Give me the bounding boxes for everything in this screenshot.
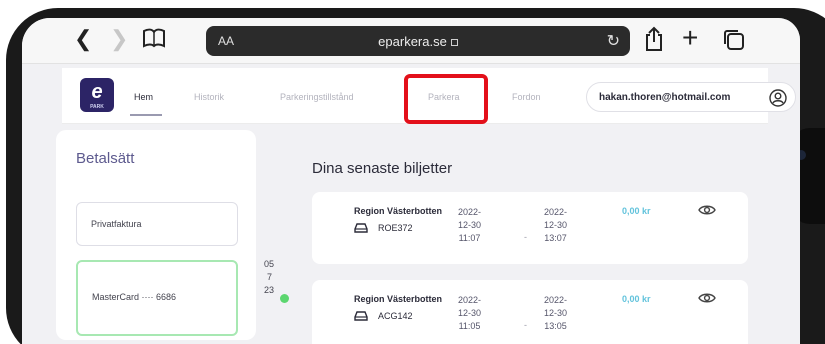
payment-option-label: MasterCard ···· 6686 [92, 292, 177, 302]
bookmarks-icon[interactable] [142, 28, 166, 48]
car-icon [354, 311, 368, 321]
new-tab-icon[interactable]: + [682, 22, 698, 54]
nav-historik[interactable]: Historik [194, 92, 224, 102]
nav-parkeringstillstand[interactable]: Parkeringstillstånd [280, 92, 354, 102]
ticket-start: 2022- 12-30 11:07 [458, 207, 482, 243]
tabs-icon[interactable] [722, 28, 746, 52]
active-nav-underline [130, 114, 162, 116]
payment-option-label: Privatfaktura [91, 219, 142, 229]
ticket-end: 2022- 12-30 13:05 [544, 295, 568, 331]
lock-icon [450, 39, 458, 47]
user-menu[interactable]: hakan.thoren@hotmail.com [586, 82, 796, 112]
overflow-text: 05 7 23 [264, 259, 275, 295]
ticket-card[interactable]: Region Västerbotten ROE372 2022- 12-30 1… [312, 192, 748, 264]
ticket-start: 2022- 12-30 11:05 [458, 295, 482, 331]
car-icon [354, 223, 368, 233]
ticket-region: Region Västerbotten [354, 294, 443, 304]
tickets-title: Dina senaste biljetter [312, 160, 453, 177]
back-icon[interactable]: ❮ [74, 26, 92, 52]
site-header: e PARK Hem Historik Parkeringstillstånd … [62, 68, 796, 124]
user-email: hakan.thoren@hotmail.com [599, 92, 731, 103]
reload-icon[interactable]: ↻ [607, 31, 620, 51]
forward-icon[interactable]: ❯ [110, 26, 128, 52]
address-bar[interactable]: AA eparkera.se ↻ [206, 26, 630, 56]
nav-fordon[interactable]: Fordon [512, 92, 541, 102]
payment-option-privatfaktura[interactable]: Privatfaktura [76, 202, 238, 246]
browser-toolbar: ❮ ❯ AA eparkera.se ↻ + [22, 18, 800, 64]
payment-panel: Betalsätt Privatfaktura MasterCard ···· … [56, 130, 256, 340]
ticket-amount: 0,00 kr [622, 206, 651, 216]
ticket-card[interactable]: Region Västerbotten ACG142 2022- 12-30 1… [312, 280, 748, 344]
ticket-dash: - [524, 232, 527, 242]
ticket-plate: ACG142 [378, 311, 413, 321]
eparkera-logo[interactable]: e PARK [80, 78, 114, 112]
payment-title: Betalsätt [76, 150, 135, 167]
url-text: eparkera.se [378, 34, 447, 49]
status-dot [280, 294, 289, 303]
nav-hem[interactable]: Hem [134, 92, 153, 102]
user-icon[interactable] [769, 89, 787, 107]
eye-icon[interactable] [698, 204, 716, 216]
eye-icon[interactable] [698, 292, 716, 304]
ticket-end: 2022- 12-30 13:07 [544, 207, 568, 243]
ticket-dash: - [524, 320, 527, 330]
ticket-region: Region Västerbotten [354, 206, 443, 216]
share-icon[interactable] [644, 26, 664, 52]
payment-option-mastercard[interactable]: MasterCard ···· 6686 [76, 260, 238, 336]
highlight-box [404, 74, 488, 124]
ticket-plate: ROE372 [378, 223, 413, 233]
ticket-amount: 0,00 kr [622, 294, 651, 304]
